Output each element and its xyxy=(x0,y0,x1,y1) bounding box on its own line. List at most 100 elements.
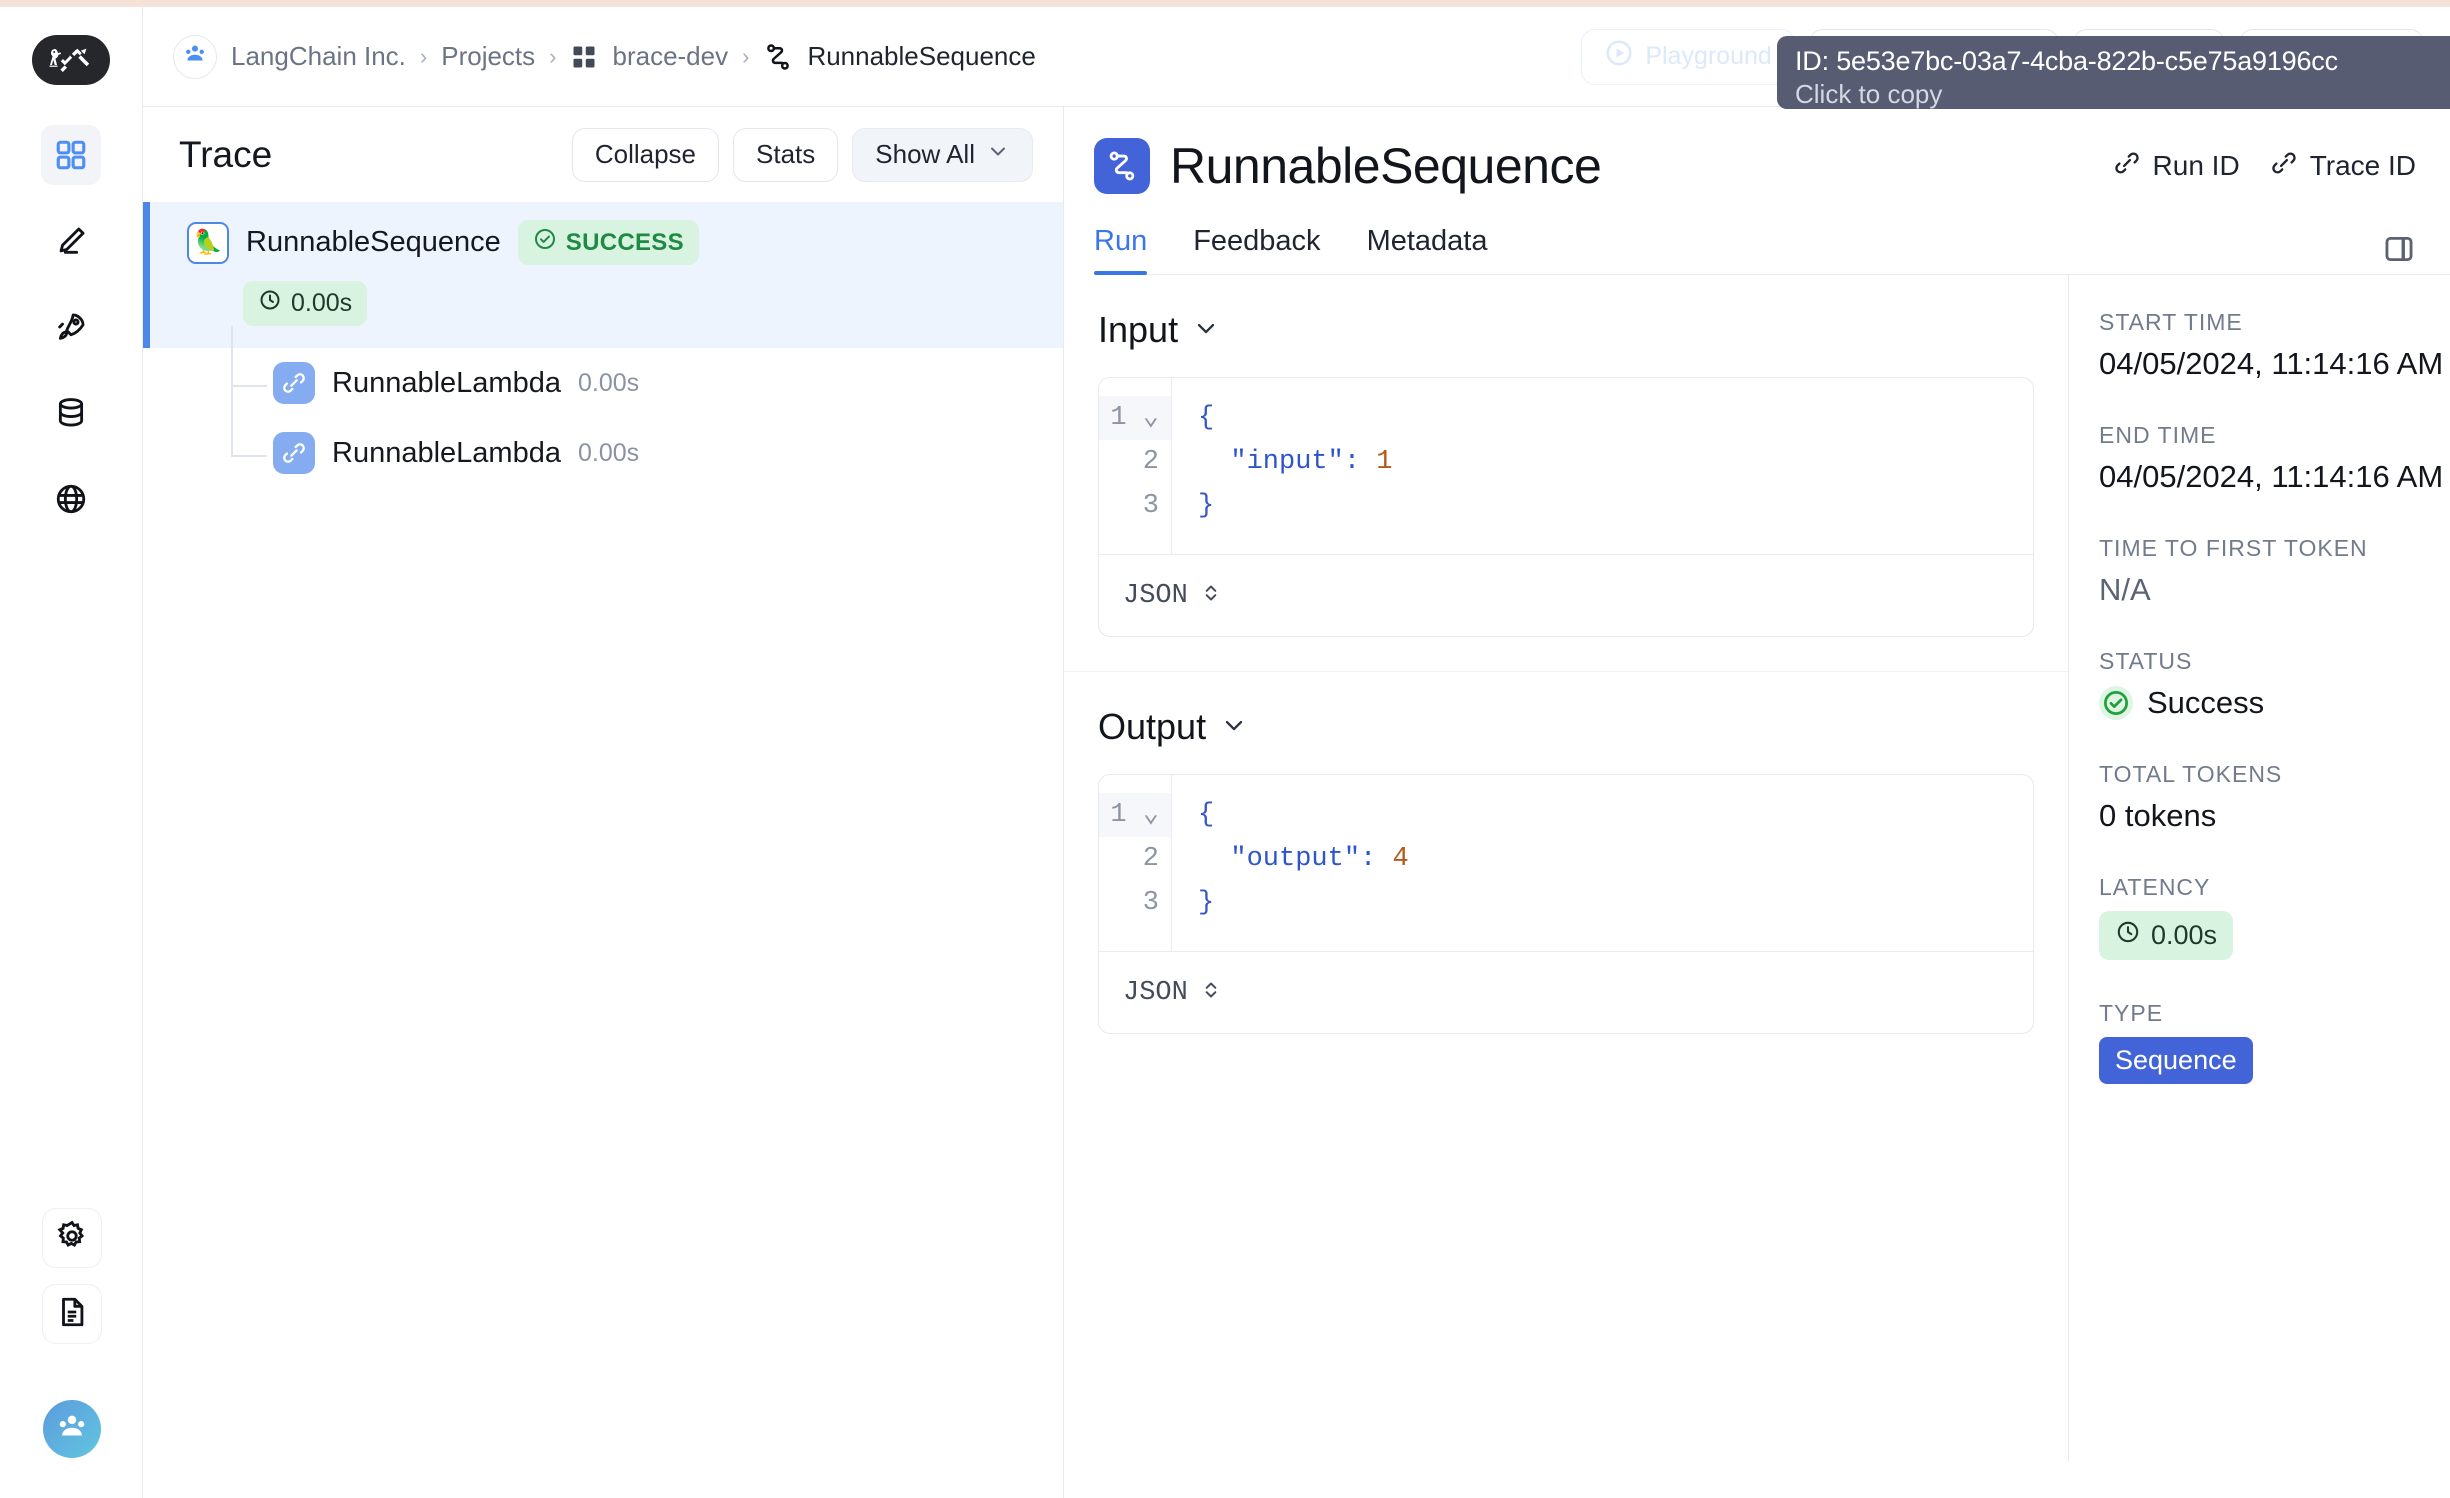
fold-chevron-icon[interactable]: ⌄ xyxy=(1143,403,1159,433)
collapse-button[interactable]: Collapse xyxy=(571,127,720,182)
panel-split-icon[interactable] xyxy=(2382,232,2416,266)
id-links: Run ID Trace ID xyxy=(2113,149,2450,184)
line-number: 3 xyxy=(1142,491,1159,521)
play-circle-icon xyxy=(1604,38,1634,75)
sidebar-item-deployments[interactable] xyxy=(41,297,101,357)
tab-run[interactable]: Run xyxy=(1094,225,1148,275)
gear-icon xyxy=(55,1219,89,1258)
link-icon xyxy=(2113,149,2141,184)
fold-chevron-icon[interactable]: ⌄ xyxy=(1143,800,1159,830)
tab-feedback[interactable]: Feedback xyxy=(1193,225,1320,274)
sidebar-item-projects[interactable] xyxy=(41,125,101,185)
tree-row-child[interactable]: RunnableLambda 0.00s xyxy=(143,354,1063,488)
grid-icon xyxy=(570,43,598,71)
output-section: Output 1 ⌄ 2 3 {"output": 4} JSON xyxy=(1064,671,2068,1034)
show-all-dropdown[interactable]: Show All xyxy=(852,127,1033,182)
line-number: 1 xyxy=(1110,403,1127,433)
collapse-label: Collapse xyxy=(594,139,697,169)
rail-icon-list xyxy=(41,125,101,529)
show-all-label: Show All xyxy=(875,139,975,169)
rocket-icon xyxy=(54,310,88,344)
org-avatar[interactable] xyxy=(173,34,217,79)
output-format-selector[interactable]: JSON xyxy=(1099,951,2033,1033)
meta-end-time: END TIME 04/05/2024, 11:14:16 AM xyxy=(2099,422,2449,495)
parrot-icon: 🦜 xyxy=(187,221,229,264)
langsmith-logo[interactable] xyxy=(32,35,110,85)
input-code-block: 1 ⌄ 2 3 { "input": 1 } JSON xyxy=(1098,377,2034,637)
pencil-icon xyxy=(54,224,88,258)
database-icon xyxy=(54,396,88,430)
line-number: 2 xyxy=(1142,844,1159,874)
run-detail-panel: RunnableSequence Run ID Trace ID Run Fee… xyxy=(1064,107,2450,1498)
meta-status: STATUS Success xyxy=(2099,648,2449,721)
duration-badge: 0.00s xyxy=(243,281,368,326)
playground-button[interactable]: Playground xyxy=(1581,28,1795,85)
tooltip-id-text: ID: 5e53e7bc-03a7-4cba-822b-c5e75a9196cc xyxy=(1795,46,2338,76)
input-code-text[interactable]: { "input": 1 } xyxy=(1172,378,2033,554)
input-title: Input xyxy=(1098,309,1179,350)
chain-icon xyxy=(273,432,315,474)
tree-row-child[interactable]: RunnableLambda 0.00s xyxy=(143,326,1063,418)
breadcrumb-item-org[interactable]: LangChain Inc. xyxy=(231,41,406,72)
code-key: "input": xyxy=(1230,447,1361,477)
trace-panel: Trace Collapse Stats Show All 🦜 Runnable… xyxy=(143,107,1064,1498)
sequence-icon xyxy=(763,42,793,72)
trace-id-button[interactable]: Trace ID xyxy=(2270,149,2416,184)
latency-badge: 0.00s xyxy=(2099,911,2234,960)
breadcrumb-item-project[interactable]: brace-dev xyxy=(612,41,728,72)
run-id-button[interactable]: Run ID xyxy=(2113,149,2240,184)
docs-button[interactable] xyxy=(41,1284,102,1344)
chevron-down-icon xyxy=(1220,711,1248,744)
meta-start-time: START TIME 04/05/2024, 11:14:16 AM xyxy=(2099,309,2449,382)
top-accent-strip xyxy=(0,0,2450,7)
sidebar-item-datasets[interactable] xyxy=(41,383,101,443)
line-number: 2 xyxy=(1142,447,1159,477)
clock-icon xyxy=(2115,919,2141,952)
breadcrumb-separator: › xyxy=(742,43,750,69)
input-line-numbers: 1 ⌄ 2 3 xyxy=(1099,378,1172,554)
sidebar-item-prompts[interactable] xyxy=(41,211,101,271)
code-value: 1 xyxy=(1376,447,1393,477)
run-id-tooltip: ID: 5e53e7bc-03a7-4cba-822b-c5e75a9196cc… xyxy=(1777,36,2450,109)
playground-label: Playground xyxy=(1645,42,1772,70)
code-key: "output": xyxy=(1230,844,1377,874)
output-section-header[interactable]: Output xyxy=(1098,706,2034,748)
input-format-label: JSON xyxy=(1123,580,1188,611)
output-line-numbers: 1 ⌄ 2 3 xyxy=(1099,775,1172,951)
meta-label: TIME TO FIRST TOKEN xyxy=(2099,535,2368,561)
breadcrumb-item-projects[interactable]: Projects xyxy=(441,41,535,72)
output-format-label: JSON xyxy=(1123,977,1188,1008)
meta-label: TOTAL TOKENS xyxy=(2099,761,2283,787)
output-code-text[interactable]: { "output": 4 } xyxy=(1172,775,2033,951)
run-title: RunnableSequence xyxy=(1170,138,1602,194)
trace-panel-header: Trace Collapse Stats Show All xyxy=(143,107,1063,202)
chevron-updown-icon xyxy=(1200,977,1222,1008)
stats-button[interactable]: Stats xyxy=(733,127,839,182)
code-brace-open: { xyxy=(1198,800,1215,830)
tree-row-label: RunnableLambda xyxy=(332,366,561,399)
meta-label: START TIME xyxy=(2099,309,2243,335)
meta-time-to-first-token: TIME TO FIRST TOKEN N/A xyxy=(2099,535,2449,608)
line-number: 1 xyxy=(1110,800,1127,830)
input-section-header[interactable]: Input xyxy=(1098,309,2034,351)
status-text: Success xyxy=(2147,685,2265,720)
status-badge: SUCCESS xyxy=(517,220,699,265)
breadcrumb: LangChain Inc. › Projects › brace-dev › xyxy=(173,34,1581,79)
rail-bottom-group xyxy=(0,1208,143,1458)
tree-row-label: RunnableSequence xyxy=(246,226,501,258)
run-detail-header: RunnableSequence Run ID Trace ID Run Fee… xyxy=(1064,107,2450,275)
tab-metadata[interactable]: Metadata xyxy=(1367,225,1488,274)
globe-icon xyxy=(54,482,88,516)
settings-button[interactable] xyxy=(41,1208,102,1268)
avatar[interactable] xyxy=(42,1400,101,1458)
input-format-selector[interactable]: JSON xyxy=(1099,554,2033,636)
meta-total-tokens: TOTAL TOKENS 0 tokens xyxy=(2099,761,2449,834)
tree-row-root[interactable]: 🦜 RunnableSequence SUCCESS 0.00s xyxy=(143,202,1063,348)
meta-value: 04/05/2024, 11:14:16 AM xyxy=(2099,346,2444,381)
people-icon xyxy=(55,1410,89,1449)
output-code-block: 1 ⌄ 2 3 { "output": 4 } JSON xyxy=(1098,774,2034,1034)
chevron-down-icon xyxy=(1192,314,1220,347)
meta-value: 04/05/2024, 11:14:16 AM xyxy=(2099,459,2444,494)
code-brace-open: { xyxy=(1198,403,1215,433)
sidebar-item-playground[interactable] xyxy=(41,469,101,529)
